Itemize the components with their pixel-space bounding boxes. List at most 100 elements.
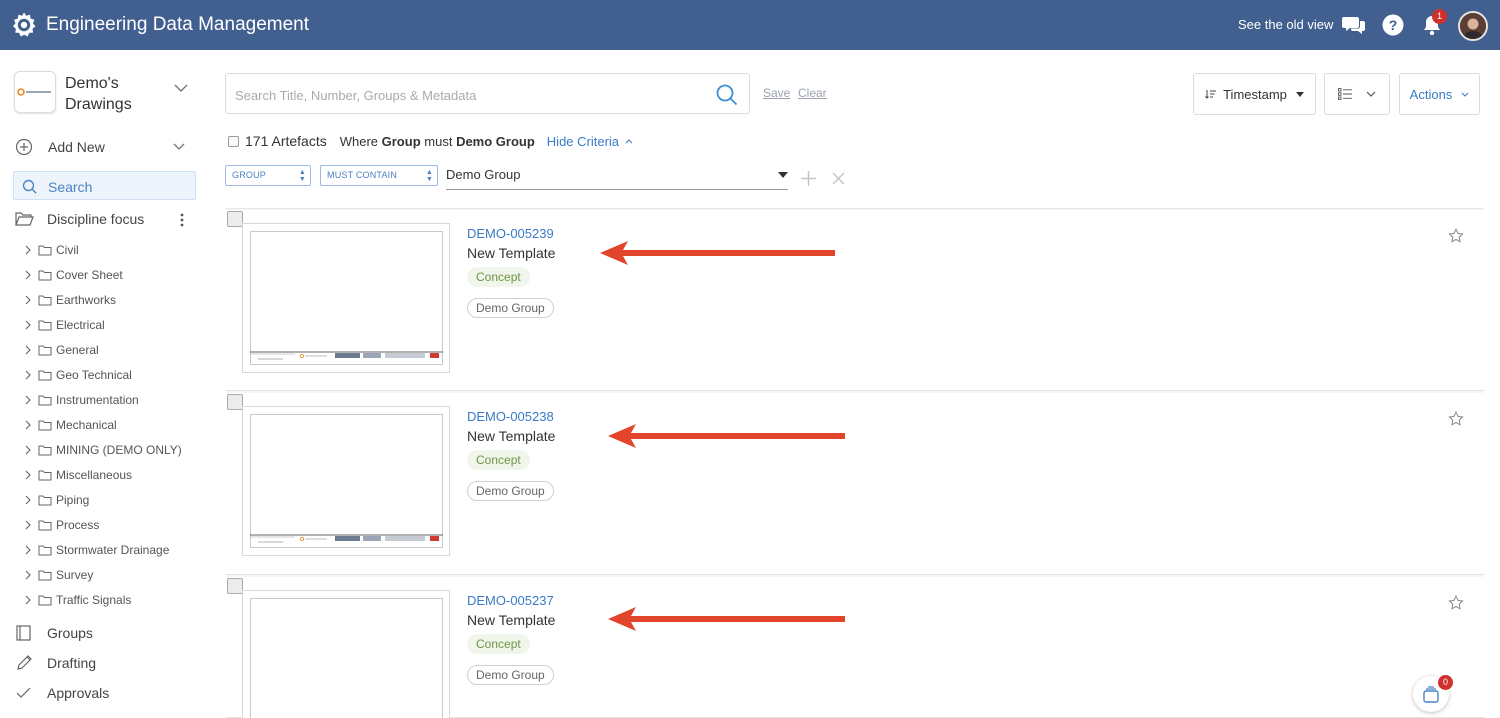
folder-icon	[38, 595, 52, 606]
chevron-right-icon[interactable]	[22, 519, 34, 531]
result-card[interactable]: DEMO-005239 New Template Concept Demo Group	[226, 210, 1484, 391]
kebab-menu-icon[interactable]	[179, 212, 185, 228]
select-arrows-icon: ▲ ▼	[298, 169, 306, 183]
chevron-right-icon[interactable]	[22, 369, 34, 381]
chevron-up-icon[interactable]	[625, 138, 633, 144]
chevron-right-icon[interactable]	[22, 544, 34, 556]
group-tag[interactable]: Demo Group	[467, 481, 554, 501]
star-icon[interactable]	[1448, 411, 1464, 427]
tree-item[interactable]: Cover Sheet	[22, 265, 123, 285]
project-name[interactable]: Demo's Drawings	[65, 73, 165, 115]
star-icon[interactable]	[1448, 228, 1464, 244]
filter-field-name: Group	[381, 133, 421, 149]
chat-icon[interactable]	[1342, 13, 1366, 37]
avatar-icon	[1460, 13, 1486, 39]
drawing-sheet	[250, 598, 443, 718]
filter-value-select[interactable]: Demo Group	[446, 162, 788, 190]
chevron-right-icon[interactable]	[22, 244, 34, 256]
select-arrows-icon: ▲ ▼	[425, 169, 433, 183]
chevron-right-icon[interactable]	[22, 594, 34, 606]
where-prefix: Where	[339, 133, 379, 149]
save-search-link[interactable]: Save	[763, 86, 790, 100]
caret-down-icon	[1295, 91, 1304, 97]
search-input[interactable]: Search Title, Number, Groups & Metadata	[225, 73, 750, 114]
tree-item[interactable]: Geo Technical	[22, 365, 132, 385]
sidebar-item-discipline-focus[interactable]: Discipline focus	[14, 210, 144, 228]
group-tag[interactable]: Demo Group	[467, 665, 554, 685]
help-icon[interactable]: ?	[1381, 13, 1405, 37]
filter-operator-select[interactable]: MUST CONTAIN ▲ ▼	[320, 165, 438, 186]
tree-item[interactable]: Stormwater Drainage	[22, 540, 169, 560]
document-number-link[interactable]: DEMO-005238	[467, 409, 554, 424]
document-number-link[interactable]: DEMO-005239	[467, 226, 554, 241]
tree-item[interactable]: Survey	[22, 565, 93, 585]
group-tag[interactable]: Demo Group	[467, 298, 554, 318]
folder-icon	[38, 445, 52, 456]
result-card[interactable]: DEMO-005237 New Template Concept Demo Group	[226, 577, 1484, 718]
drawing-thumbnail[interactable]	[242, 406, 450, 556]
tree-item[interactable]: Electrical	[22, 315, 105, 335]
chevron-right-icon[interactable]	[22, 269, 34, 281]
tree-item-label: Geo Technical	[56, 368, 132, 382]
chevron-down-icon[interactable]	[173, 83, 189, 93]
folder-icon	[38, 495, 52, 506]
document-title[interactable]: New Template	[467, 245, 555, 261]
gear-logo-icon[interactable]	[10, 11, 38, 39]
sidebar-item-label: Search	[48, 179, 93, 195]
add-criteria-icon[interactable]	[800, 170, 817, 187]
tree-item[interactable]: MINING (DEMO ONLY)	[22, 440, 182, 460]
chevron-right-icon[interactable]	[22, 494, 34, 506]
sidebar-item-search[interactable]: Search	[13, 171, 196, 200]
chevron-right-icon[interactable]	[22, 319, 34, 331]
row-checkbox[interactable]	[227, 394, 243, 410]
chevron-right-icon[interactable]	[22, 569, 34, 581]
tree-item[interactable]: Mechanical	[22, 415, 117, 435]
old-view-link[interactable]: See the old view	[1238, 17, 1333, 32]
tree-item[interactable]: Miscellaneous	[22, 465, 132, 485]
folder-icon	[38, 320, 52, 331]
actions-button[interactable]: Actions	[1399, 73, 1480, 115]
chevron-right-icon[interactable]	[22, 469, 34, 481]
tree-item[interactable]: General	[22, 340, 99, 360]
sort-button[interactable]: Timestamp	[1193, 73, 1316, 115]
filter-field-select[interactable]: GROUP ▲ ▼	[225, 165, 311, 186]
result-card[interactable]: DEMO-005238 New Template Concept Demo Group	[226, 393, 1484, 575]
folder-icon	[38, 345, 52, 356]
remove-criteria-icon[interactable]	[832, 172, 845, 185]
chevron-down-icon[interactable]	[172, 142, 186, 151]
row-checkbox[interactable]	[227, 211, 243, 227]
add-new-button[interactable]: Add New	[14, 137, 105, 157]
tree-item-label: Miscellaneous	[56, 468, 133, 482]
chevron-right-icon[interactable]	[22, 344, 34, 356]
select-all-checkbox[interactable]	[228, 135, 239, 147]
document-title[interactable]: New Template	[467, 428, 555, 444]
tree-item[interactable]: Process	[22, 515, 99, 535]
chevron-right-icon[interactable]	[22, 294, 34, 306]
chevron-right-icon[interactable]	[22, 394, 34, 406]
tree-item[interactable]: Civil	[22, 240, 79, 260]
hide-criteria-link[interactable]: Hide Criteria	[547, 134, 619, 149]
project-logo	[14, 71, 56, 113]
view-mode-button[interactable]	[1324, 73, 1390, 115]
sidebar-item-groups[interactable]: Groups	[14, 624, 93, 642]
row-checkbox[interactable]	[227, 578, 243, 594]
clear-search-link[interactable]: Clear	[798, 86, 827, 100]
tree-item[interactable]: Earthworks	[22, 290, 116, 310]
search-icon[interactable]	[715, 83, 739, 107]
chevron-right-icon[interactable]	[22, 419, 34, 431]
sidebar-item-drafting[interactable]: Drafting	[14, 654, 96, 672]
status-badge: Concept	[467, 634, 530, 654]
star-icon[interactable]	[1448, 595, 1464, 611]
avatar[interactable]	[1458, 11, 1488, 41]
tree-item[interactable]: Piping	[22, 490, 89, 510]
chevron-right-icon[interactable]	[22, 444, 34, 456]
document-title[interactable]: New Template	[467, 612, 555, 628]
drawing-thumbnail[interactable]	[242, 223, 450, 373]
tree-item[interactable]: Instrumentation	[22, 390, 139, 410]
sidebar-item-approvals[interactable]: Approvals	[14, 684, 109, 702]
filter-criteria-text: Where Group must Demo Group	[340, 134, 535, 149]
drawing-thumbnail[interactable]	[242, 590, 450, 718]
document-number-link[interactable]: DEMO-005237	[467, 593, 554, 608]
tree-item[interactable]: Traffic Signals	[22, 590, 131, 610]
folder-icon	[38, 545, 52, 556]
